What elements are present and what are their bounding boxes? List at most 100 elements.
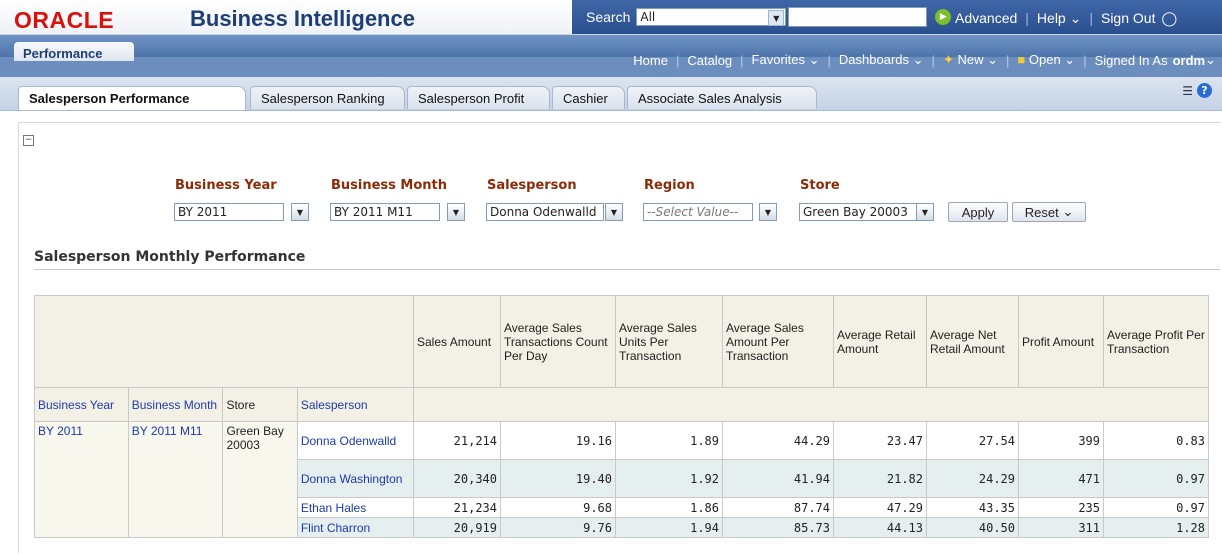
- cell-salesperson[interactable]: Ethan Hales: [296, 497, 415, 518]
- dashboards-menu[interactable]: Dashboards ⌄: [839, 52, 924, 68]
- cell-value: 23.47: [833, 421, 927, 460]
- dim-header-store: Store: [222, 387, 298, 422]
- cell-salesperson[interactable]: Flint Charron: [296, 517, 415, 538]
- region-field[interactable]: --Select Value--: [643, 203, 753, 221]
- cell-value: 0.97: [1103, 459, 1209, 498]
- col-header: Average Sales Units Per Transaction: [615, 295, 723, 388]
- dashboard-title[interactable]: Performance: [14, 42, 134, 61]
- business-year-field[interactable]: BY 2011: [174, 203, 284, 221]
- cell-value: 1.92: [615, 459, 723, 498]
- favorites-label: Favorites: [751, 52, 806, 67]
- tab-associate-sales-analysis[interactable]: Associate Sales Analysis: [627, 86, 817, 109]
- help-menu[interactable]: Help ⌄: [1037, 10, 1081, 27]
- product-title: Business Intelligence: [190, 6, 415, 31]
- separator: |: [740, 52, 744, 68]
- open-label: Open: [1028, 52, 1061, 67]
- cell-value: 9.76: [500, 517, 616, 538]
- cell-value: 19.40: [500, 459, 616, 498]
- cell-value: 24.29: [926, 459, 1019, 498]
- apply-button[interactable]: Apply: [948, 202, 1008, 222]
- dim-header-business-year[interactable]: Business Year: [34, 387, 129, 422]
- tab-salesperson-profit[interactable]: Salesperson Profit: [407, 86, 550, 109]
- open-menu[interactable]: ■ Open ⌄: [1017, 52, 1075, 68]
- salesperson-field[interactable]: Donna Odenwalld: [486, 203, 604, 221]
- cell-value: 21,234: [413, 497, 501, 518]
- cell-value: 44.13: [833, 517, 927, 538]
- store-field[interactable]: Green Bay 20003: [799, 203, 917, 221]
- dim-header-salesperson[interactable]: Salesperson: [296, 387, 415, 422]
- business-month-field[interactable]: BY 2011 M11: [330, 203, 440, 221]
- cell-value: 235: [1018, 497, 1104, 518]
- tab-salesperson-ranking[interactable]: Salesperson Ranking: [250, 86, 405, 109]
- cell-salesperson[interactable]: Donna Odenwalld: [296, 421, 415, 460]
- new-menu[interactable]: ✦ New ⌄: [943, 52, 998, 68]
- page-options-icon[interactable]: ☰: [1182, 84, 1193, 98]
- col-header: Average Net Retail Amount: [926, 295, 1019, 388]
- business-month-label: Business Month: [331, 178, 448, 193]
- cell-salesperson[interactable]: Donna Washington: [296, 459, 415, 498]
- cell-value: 0.97: [1103, 497, 1209, 518]
- cell-value: 40.50: [926, 517, 1019, 538]
- cell-value: 311: [1018, 517, 1104, 538]
- cell-value: 19.16: [500, 421, 616, 460]
- col-header: Sales Amount: [413, 295, 501, 388]
- global-links: Advanced | Help ⌄ | Sign Out ◯: [955, 10, 1177, 27]
- new-label: New: [957, 52, 984, 67]
- dim-header-business-month[interactable]: Business Month: [127, 387, 224, 422]
- cell-value: 21,214: [413, 421, 501, 460]
- cell-value: 20,340: [413, 459, 501, 498]
- section-divider: [34, 269, 1220, 270]
- chevron-down-icon[interactable]: ▼: [291, 203, 309, 221]
- dashboard-nav: Performance Home | Catalog | Favorites ⌄…: [0, 35, 1222, 77]
- dashboard-content: − Business Year BY 2011 ▼ Business Month…: [18, 122, 1221, 553]
- cell-value: 20,919: [413, 517, 501, 538]
- search-label: Search: [586, 9, 631, 25]
- oracle-logo: ORACLE: [14, 7, 115, 33]
- search-scope-select[interactable]: All ▼: [636, 8, 787, 26]
- section-title: Salesperson Monthly Performance: [34, 249, 306, 265]
- chevron-down-icon[interactable]: ▼: [447, 203, 465, 221]
- chevron-down-icon[interactable]: ▼: [759, 203, 777, 221]
- page-tabs: Salesperson Performance Salesperson Rank…: [0, 77, 1222, 111]
- cell-value: 47.29: [833, 497, 927, 518]
- reset-button[interactable]: Reset ⌄: [1012, 202, 1086, 222]
- help-icon[interactable]: ?: [1197, 83, 1212, 98]
- cell-value: 0.83: [1103, 421, 1209, 460]
- search-go-icon[interactable]: ▶: [935, 9, 952, 25]
- chevron-down-icon[interactable]: ▼: [605, 203, 623, 221]
- cell-business-month[interactable]: BY 2011 M11: [127, 421, 224, 538]
- tab-salesperson-performance[interactable]: Salesperson Performance: [18, 86, 246, 110]
- chevron-down-icon[interactable]: ▼: [916, 203, 934, 221]
- cell-value: 87.74: [722, 497, 834, 518]
- col-header: Average Profit Per Transaction: [1103, 295, 1209, 388]
- sign-out-icon[interactable]: ◯: [1161, 10, 1177, 27]
- favorites-menu[interactable]: Favorites ⌄: [752, 52, 820, 68]
- cell-business-year[interactable]: BY 2011: [34, 421, 129, 538]
- cell-store: Green Bay 20003: [222, 421, 298, 538]
- salesperson-label: Salesperson: [487, 178, 577, 193]
- measure-header-spacer: [413, 387, 1209, 422]
- chevron-down-icon: ▼: [768, 10, 785, 26]
- cell-value: 399: [1018, 421, 1104, 460]
- cell-value: 9.68: [500, 497, 616, 518]
- col-header: Profit Amount: [1018, 295, 1104, 388]
- business-year-label: Business Year: [175, 178, 277, 193]
- signed-in-label: Signed In As: [1094, 52, 1168, 68]
- search-input[interactable]: [788, 7, 928, 27]
- catalog-link[interactable]: Catalog: [687, 53, 732, 68]
- new-icon: ✦: [942, 52, 954, 67]
- nav-links: Home | Catalog | Favorites ⌄ | Dashboard…: [633, 52, 1216, 68]
- dashboards-label: Dashboards: [838, 52, 910, 67]
- collapse-section-icon[interactable]: −: [23, 135, 34, 146]
- cell-value: 43.35: [926, 497, 1019, 518]
- home-link[interactable]: Home: [633, 53, 668, 68]
- advanced-link[interactable]: Advanced: [955, 10, 1017, 27]
- search-zone: Search All ▼ ▶: [586, 6, 952, 28]
- sign-out-link[interactable]: Sign Out: [1101, 10, 1155, 27]
- table-row: BY 2011 BY 2011 M11 Green Bay 20003 Donn…: [34, 421, 1209, 538]
- cell-value: 471: [1018, 459, 1104, 498]
- col-header: Average Sales Amount Per Transaction: [722, 295, 834, 388]
- tab-cashier[interactable]: Cashier: [552, 86, 625, 109]
- performance-table: Sales Amount Average Sales Transactions …: [34, 295, 1209, 538]
- user-menu[interactable]: ordm: [1173, 53, 1206, 68]
